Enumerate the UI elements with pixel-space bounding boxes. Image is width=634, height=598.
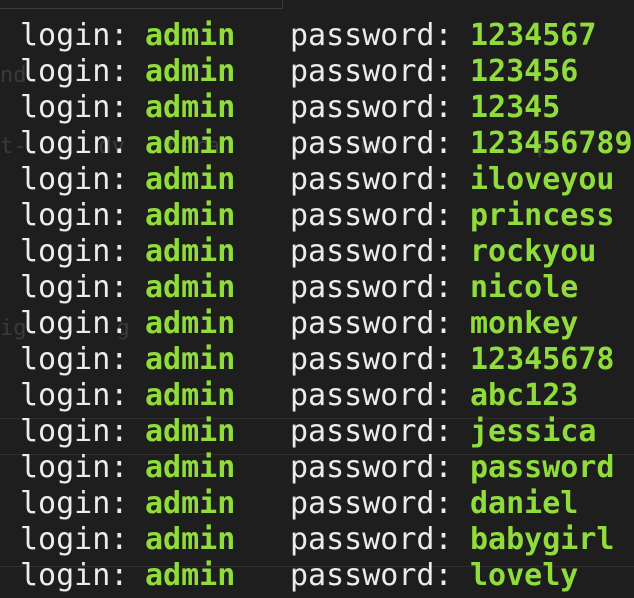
login-label: login:	[20, 414, 129, 449]
password-value: 12345	[470, 90, 561, 125]
terminal-output: nd t-dv nera ut p: ig g login: admin password:…	[0, 0, 634, 598]
login-value: admin	[145, 486, 236, 521]
password-label: password:	[290, 234, 453, 269]
login-value: admin	[145, 198, 236, 233]
login-label: login:	[20, 450, 129, 485]
password-label: password:	[290, 486, 453, 521]
password-value: abc123	[470, 378, 579, 413]
password-label: password:	[290, 162, 453, 197]
login-label: login:	[20, 558, 129, 593]
login-value: admin	[145, 342, 236, 377]
login-label: login:	[20, 198, 129, 233]
password-value: nicole	[470, 270, 579, 305]
password-label: password:	[290, 522, 453, 557]
password-value: lovely	[470, 558, 579, 593]
login-value: admin	[145, 90, 236, 125]
login-value: admin	[145, 450, 236, 485]
password-label: password:	[290, 450, 453, 485]
password-value: princess	[470, 198, 615, 233]
password-value: rockyou	[470, 234, 597, 269]
login-value: admin	[145, 522, 236, 557]
login-value: admin	[145, 270, 236, 305]
password-label: password:	[290, 54, 453, 89]
password-label: password:	[290, 126, 453, 161]
login-label: login:	[20, 18, 129, 53]
password-label: password:	[290, 270, 453, 305]
password-label: password:	[290, 414, 453, 449]
login-value: admin	[145, 54, 236, 89]
login-label: login:	[20, 54, 129, 89]
password-value: babygirl	[470, 522, 615, 557]
login-label: login:	[20, 162, 129, 197]
background-window-frame	[0, 0, 283, 9]
password-label: password:	[290, 90, 453, 125]
password-value: monkey	[470, 306, 579, 341]
login-label: login:	[20, 90, 129, 125]
password-value: iloveyou	[470, 162, 615, 197]
login-label: login:	[20, 486, 129, 521]
login-value: admin	[145, 234, 236, 269]
login-label: login:	[20, 306, 129, 341]
login-label: login:	[20, 378, 129, 413]
password-label: password:	[290, 198, 453, 233]
login-value: admin	[145, 18, 236, 53]
login-value: admin	[145, 378, 236, 413]
login-label: login:	[20, 234, 129, 269]
password-label: password:	[290, 378, 453, 413]
login-value: admin	[145, 126, 236, 161]
password-label: password:	[290, 342, 453, 377]
login-label: login:	[20, 126, 129, 161]
login-value: admin	[145, 162, 236, 197]
password-value: jessica	[470, 414, 597, 449]
password-value: 12345678	[470, 342, 615, 377]
password-label: password:	[290, 306, 453, 341]
password-value: 123456	[470, 54, 579, 89]
password-label: password:	[290, 18, 453, 53]
login-value: admin	[145, 306, 236, 341]
password-value: 123456789	[470, 126, 633, 161]
login-label: login:	[20, 522, 129, 557]
password-label: password:	[290, 558, 453, 593]
password-value: password	[470, 450, 615, 485]
login-label: login:	[20, 270, 129, 305]
login-label: login:	[20, 342, 129, 377]
login-value: admin	[145, 414, 236, 449]
login-value: admin	[145, 558, 236, 593]
password-value: 1234567	[470, 18, 597, 53]
password-value: daniel	[470, 486, 579, 521]
